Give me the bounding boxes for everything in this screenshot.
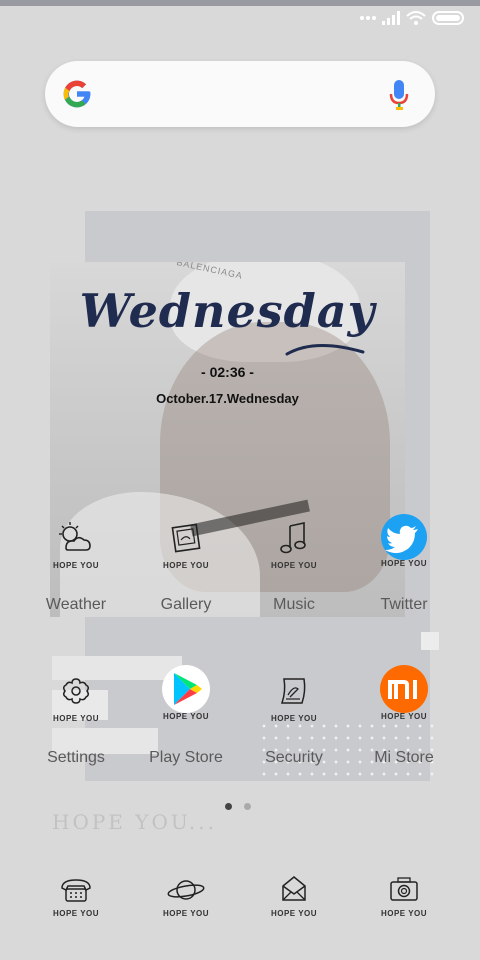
widget-time: - 02:36 - — [201, 364, 254, 380]
app-label: Twitter — [380, 596, 428, 613]
app-label: Play Store — [149, 749, 223, 766]
widget-weekday: Wednesday — [79, 284, 376, 338]
app-tag: HOPE YOU — [162, 561, 210, 570]
microphone-icon[interactable] — [389, 80, 409, 110]
mail-envelope-icon — [282, 876, 306, 901]
dock-phone[interactable]: HOPE YOU — [26, 872, 126, 928]
app-security[interactable]: HOPE YOU Security — [244, 673, 344, 767]
dock-tag: HOPE YOU — [52, 909, 100, 918]
dock-camera[interactable]: HOPE YOU — [354, 872, 454, 928]
app-tag: HOPE YOU — [52, 561, 100, 570]
app-tag: HOPE YOU — [270, 561, 318, 570]
mi-store-icon — [380, 665, 428, 713]
dock-tag: HOPE YOU — [380, 909, 428, 918]
app-label: Settings — [47, 749, 105, 766]
play-store-icon — [162, 665, 210, 713]
page-indicator[interactable] — [225, 803, 251, 810]
app-gallery[interactable]: HOPE YOU Gallery — [136, 520, 236, 614]
app-music[interactable]: HOPE YOU Music — [244, 520, 344, 614]
page-dot[interactable] — [244, 803, 251, 810]
signal-dots-icon — [360, 16, 376, 20]
dock-browser[interactable]: HOPE YOU — [136, 872, 236, 928]
app-tag: HOPE YOU — [52, 714, 100, 723]
decor-square — [421, 632, 439, 650]
app-tag: HOPE YOU — [380, 712, 428, 721]
app-label: Security — [265, 749, 323, 766]
planet-icon — [167, 880, 205, 900]
phone-icon — [61, 879, 91, 902]
dock-tag: HOPE YOU — [270, 909, 318, 918]
dock-messages[interactable]: HOPE YOU — [244, 872, 344, 928]
app-label: Gallery — [160, 596, 212, 613]
app-label: Weather — [45, 596, 107, 613]
weather-icon — [59, 522, 91, 551]
app-twitter[interactable]: HOPE YOU Twitter — [354, 514, 454, 614]
decor-hope-text: HOPE YOU... — [52, 810, 217, 834]
security-icon — [280, 678, 306, 704]
status-bar — [360, 8, 466, 28]
twitter-bird-icon — [381, 514, 427, 560]
widget-date: October.17.Wednesday — [156, 391, 299, 406]
weekday-swash — [285, 343, 365, 356]
cellular-signal-icon — [382, 11, 400, 25]
app-settings[interactable]: HOPE YOU Settings — [26, 673, 126, 767]
dock-tag: HOPE YOU — [162, 909, 210, 918]
app-label: Mi Store — [374, 749, 434, 766]
battery-icon — [432, 11, 464, 25]
music-note-icon — [280, 522, 306, 554]
app-tag: HOPE YOU — [162, 712, 210, 721]
app-mi-store[interactable]: HOPE YOU Mi Store — [354, 665, 454, 767]
camera-icon — [390, 877, 418, 901]
page-dot-active[interactable] — [225, 803, 232, 810]
app-label: Music — [273, 596, 315, 613]
gallery-icon — [171, 523, 201, 553]
google-search-bar[interactable] — [45, 61, 435, 127]
google-g-icon — [63, 80, 91, 108]
app-tag: HOPE YOU — [380, 559, 428, 568]
app-weather[interactable]: HOPE YOU Weather — [26, 520, 126, 614]
app-tag: HOPE YOU — [270, 714, 318, 723]
settings-gear-icon — [62, 678, 90, 704]
app-play-store[interactable]: HOPE YOU Play Store — [136, 665, 236, 767]
status-bar-top-edge — [0, 0, 480, 6]
wifi-icon — [406, 11, 426, 25]
